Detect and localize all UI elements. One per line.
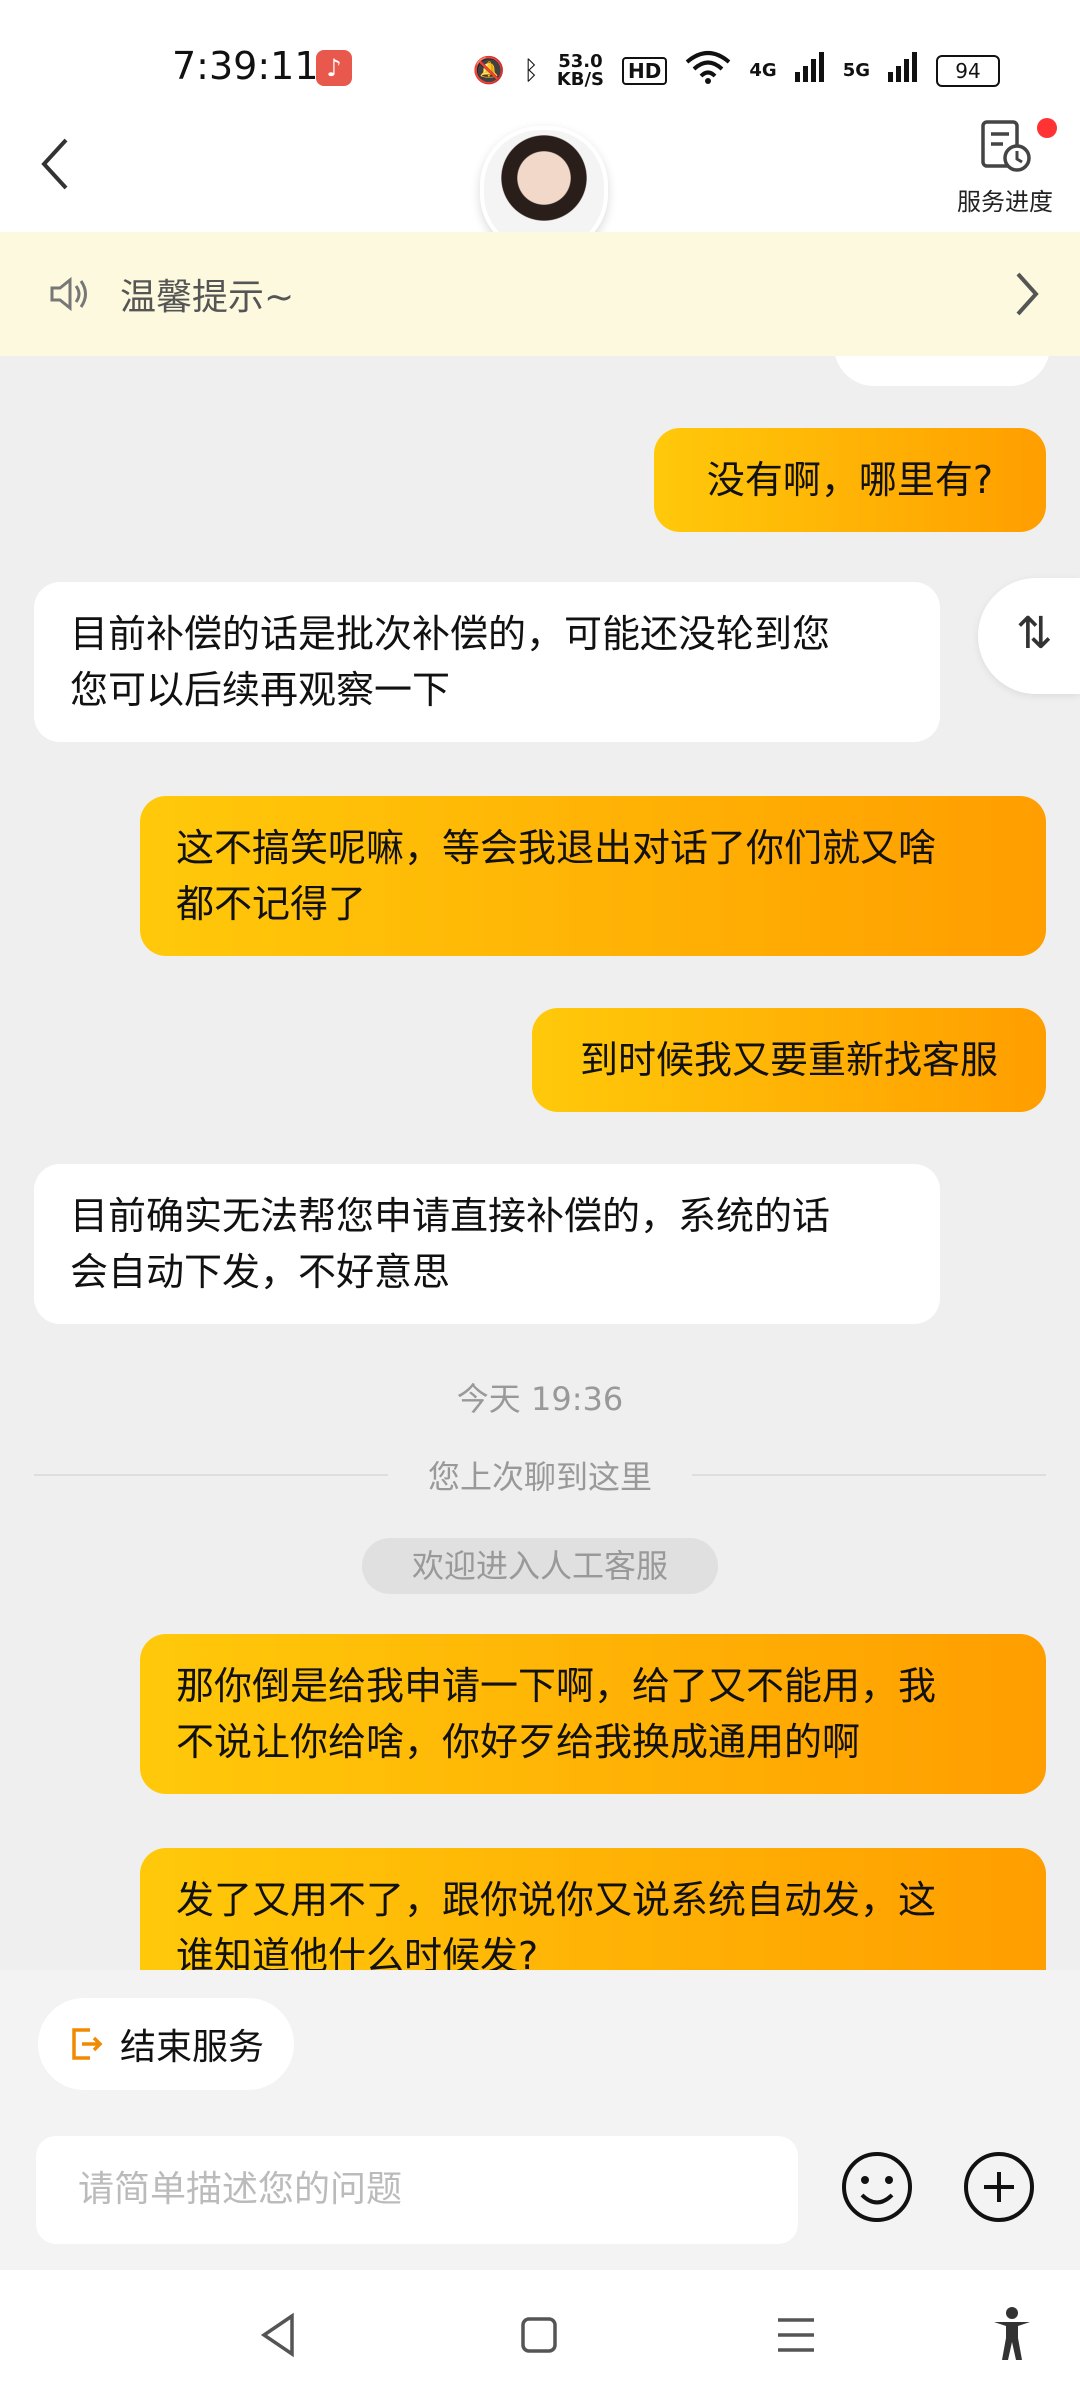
message-text: 没有啊，哪里有? bbox=[706, 458, 994, 502]
notification-dot bbox=[1037, 118, 1057, 138]
signal-5g-icon: 5G bbox=[842, 60, 870, 81]
emoji-icon[interactable] bbox=[840, 2150, 914, 2224]
system-nav-bar bbox=[0, 2270, 1080, 2400]
message-bubble-outgoing[interactable]: 那你倒是给我申请一下啊，给了又不能用，我 不说让你给啥，你好歹给我换成通用的啊 bbox=[140, 1634, 1046, 1794]
message-timestamp: 今天 19:36 bbox=[456, 1380, 624, 1418]
chat-messages[interactable]: 没有啊，哪里有? 目前补偿的话是批次补偿的，可能还没轮到您 您可以后续再观察一下… bbox=[0, 356, 1080, 1970]
chevron-right-icon bbox=[1016, 272, 1039, 316]
status-bar: 7:39:11 ♪ 🔕 ᛒ 53.0 KB/S HD 4G 5G 94 bbox=[0, 0, 1080, 104]
message-bubble-outgoing[interactable]: 没有啊，哪里有? bbox=[654, 428, 1046, 532]
plus-icon[interactable] bbox=[962, 2150, 1036, 2224]
message-input[interactable]: 请简单描述您的问题 bbox=[36, 2136, 798, 2244]
previous-message-fragment bbox=[834, 356, 1050, 386]
chevron-left-icon bbox=[41, 138, 68, 190]
end-service-label: 结束服务 bbox=[120, 2027, 265, 2068]
message-text: 到时候我又要重新找客服 bbox=[579, 1038, 998, 1082]
document-clock-icon bbox=[979, 118, 1057, 174]
end-service-button[interactable]: 结束服务 bbox=[38, 1998, 294, 2090]
back-button[interactable] bbox=[36, 134, 76, 194]
music-app-icon: ♪ bbox=[316, 50, 352, 86]
message-text: 不说让你给啥，你好歹给我换成通用的啊 bbox=[176, 1720, 861, 1764]
swap-vertical-icon: ⇅ bbox=[1016, 608, 1053, 659]
tip-text: 温馨提示~ bbox=[120, 277, 295, 318]
accessibility-icon[interactable] bbox=[990, 2306, 1034, 2362]
message-text: 这不搞笑呢嘛，等会我退出对话了你们就又啥 bbox=[176, 826, 937, 870]
message-bubble-outgoing[interactable]: 发了又用不了，跟你说你又说系统自动发，这 谁知道他什么时候发? bbox=[140, 1848, 1046, 1970]
status-icons: 🔕 ᛒ 53.0 KB/S HD 4G 5G 94 bbox=[473, 50, 1000, 91]
composer-area: 结束服务 请简单描述您的问题 bbox=[0, 1970, 1080, 2270]
service-progress-button[interactable]: 服务进度 bbox=[950, 118, 1060, 217]
tip-banner[interactable]: 温馨提示~ bbox=[0, 232, 1080, 356]
service-progress-label: 服务进度 bbox=[957, 188, 1053, 216]
scroll-toggle-button[interactable]: ⇅ bbox=[978, 578, 1080, 694]
hd-voice-icon: HD bbox=[622, 56, 668, 85]
battery-icon: 94 bbox=[936, 54, 1000, 87]
message-text: 都不记得了 bbox=[176, 882, 367, 926]
exit-icon bbox=[72, 2028, 103, 2060]
nav-back-icon[interactable] bbox=[258, 2312, 298, 2358]
mute-icon: 🔕 bbox=[472, 55, 506, 86]
nav-home-icon[interactable] bbox=[520, 2316, 558, 2354]
welcome-badge: 欢迎进入人工客服 bbox=[362, 1538, 718, 1594]
signal-bars-icon-1 bbox=[794, 52, 825, 89]
bluetooth-icon: ᛒ bbox=[523, 55, 539, 86]
last-chat-divider-text: 您上次聊到这里 bbox=[387, 1452, 693, 1498]
last-chat-divider: 您上次聊到这里 bbox=[34, 1452, 1046, 1498]
signal-bars-icon-2 bbox=[888, 52, 918, 89]
message-text: 谁知道他什么时候发? bbox=[176, 1934, 539, 1970]
message-text: 目前确实无法帮您申请直接补偿的，系统的话 bbox=[70, 1194, 831, 1238]
message-text: 目前补偿的话是批次补偿的，可能还没轮到您 bbox=[70, 612, 831, 656]
signal-4g-icon: 4G bbox=[749, 60, 777, 81]
nav-menu-icon[interactable] bbox=[776, 2316, 816, 2354]
message-bubble-outgoing[interactable]: 这不搞笑呢嘛，等会我退出对话了你们就又啥 都不记得了 bbox=[140, 796, 1046, 956]
speaker-icon bbox=[50, 276, 87, 312]
chat-header: 服务进度 bbox=[0, 104, 1080, 254]
message-text: 会自动下发，不好意思 bbox=[70, 1250, 451, 1294]
clock: 7:39:11 bbox=[172, 44, 319, 88]
message-text: 您可以后续再观察一下 bbox=[70, 668, 451, 712]
message-bubble-outgoing[interactable]: 到时候我又要重新找客服 bbox=[532, 1008, 1046, 1112]
wifi-icon bbox=[685, 50, 731, 91]
message-text: 发了又用不了，跟你说你又说系统自动发，这 bbox=[176, 1878, 937, 1922]
network-speed: 53.0 KB/S bbox=[556, 50, 605, 90]
message-bubble-incoming[interactable]: 目前补偿的话是批次补偿的，可能还没轮到您 您可以后续再观察一下 bbox=[34, 582, 940, 742]
message-text: 那你倒是给我申请一下啊，给了又不能用，我 bbox=[176, 1664, 937, 1708]
message-bubble-incoming[interactable]: 目前确实无法帮您申请直接补偿的，系统的话 会自动下发，不好意思 bbox=[34, 1164, 940, 1324]
